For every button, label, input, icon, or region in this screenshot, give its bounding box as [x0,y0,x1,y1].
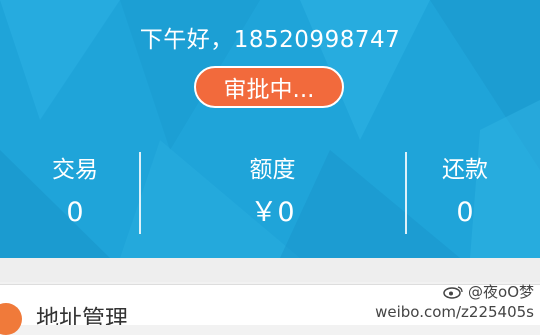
greeting-text: 下午好，18520998747 [139,27,401,53]
account-header: 下午好，18520998747 审批中... 交易 0 额度 ￥0 还款 0 [0,0,540,258]
stat-repayment-value: 0 [456,197,474,228]
stat-credit-limit-label: 额度 [249,157,296,183]
stat-repayment-label: 还款 [442,157,488,183]
stat-transactions-value: 0 [66,197,84,228]
approval-status-button[interactable]: 审批中... [194,66,344,108]
stat-divider [139,152,141,234]
watermark: @夜oO梦 weibo.com/z225405s [375,282,534,322]
orange-circle-icon [0,303,22,335]
stat-divider [405,152,407,234]
stat-transactions-label: 交易 [52,157,98,183]
watermark-url: weibo.com/z225405s [375,303,534,321]
address-management-label: 地址管理 [36,306,128,325]
stat-credit-limit[interactable]: 额度 ￥0 [150,150,395,236]
watermark-handle: @夜oO梦 [468,283,534,301]
stat-repayment[interactable]: 还款 0 [410,150,520,236]
section-separator [0,258,540,282]
weibo-logo-icon [443,286,463,299]
stat-transactions[interactable]: 交易 0 [20,150,130,236]
stat-credit-limit-value: ￥0 [250,197,295,228]
